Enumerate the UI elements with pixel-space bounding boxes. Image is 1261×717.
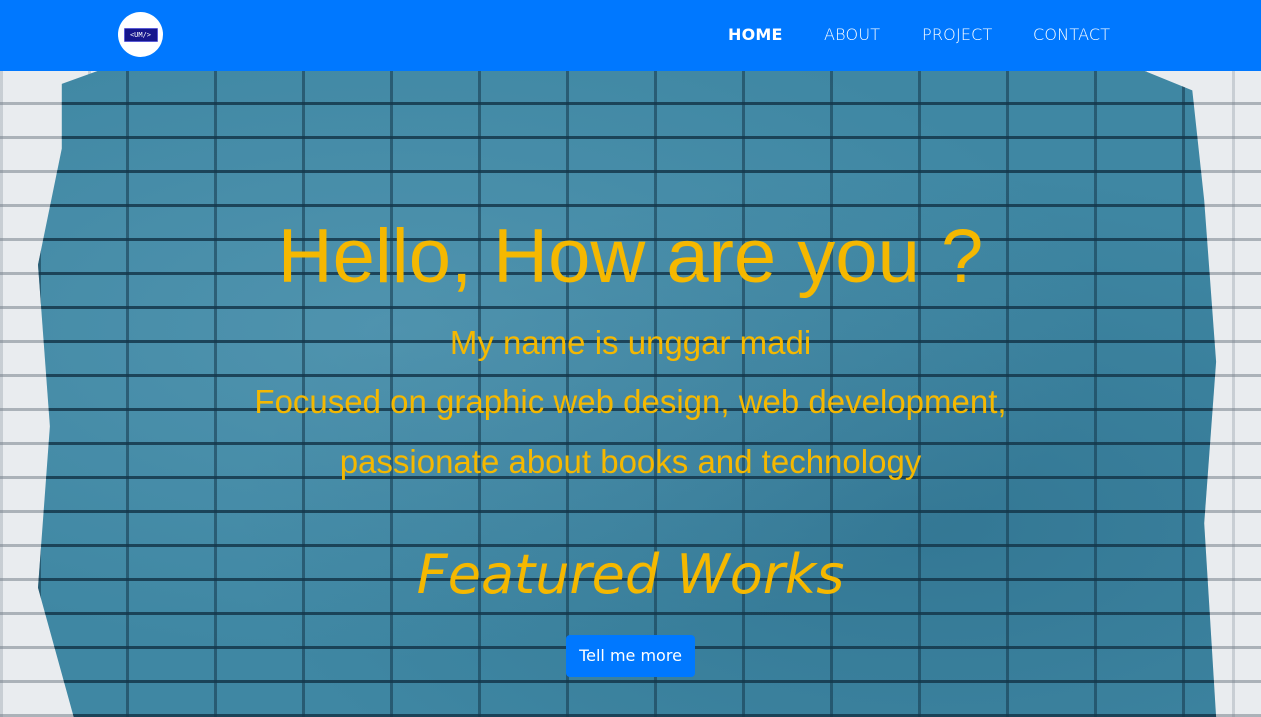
featured-works-heading: Featured Works [416, 543, 845, 606]
hero-passion-line: passionate about books and technology [339, 443, 922, 480]
hero-focus-line: Focused on graphic web design, web devel… [254, 383, 1007, 420]
nav-link-about[interactable]: ABOUT [824, 24, 880, 46]
hero-title: Hello, How are you ? [277, 214, 984, 299]
logo-badge: <UM/> [123, 27, 158, 42]
nav-link-project[interactable]: PROJECT [922, 24, 993, 46]
nav-link-contact[interactable]: CONTACT [1033, 24, 1110, 46]
nav-link-home[interactable]: HOME [728, 24, 783, 46]
hero-name-line: My name is unggar madi [449, 324, 812, 361]
navbar: <UM/> HOME ABOUT PROJECT CONTACT [0, 0, 1261, 71]
tell-me-more-button[interactable]: Tell me more [566, 635, 695, 677]
logo[interactable]: <UM/> [118, 12, 163, 57]
